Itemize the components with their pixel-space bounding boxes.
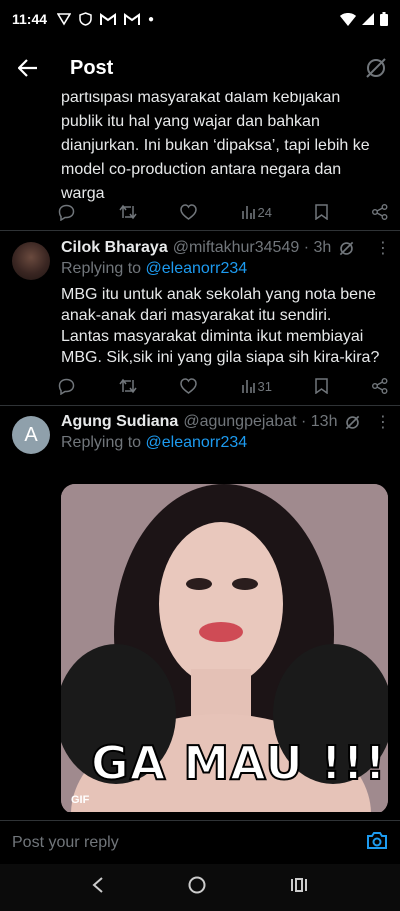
bookmark-button[interactable]	[315, 378, 329, 394]
nav-back-button[interactable]	[92, 877, 104, 898]
nav-recents-button[interactable]	[290, 877, 308, 898]
author-name[interactable]: Agung Sudiana	[61, 413, 178, 431]
recents-icon	[291, 878, 307, 892]
tweet-header: Cilok Bharaya @miftakhur34549 · 3h ⋮	[61, 238, 391, 258]
reply-input[interactable]: Post your reply	[12, 834, 119, 852]
heart-icon	[180, 378, 197, 394]
app-bar: Post	[0, 44, 400, 92]
bookmark-button[interactable]	[315, 204, 329, 220]
replying-to: Replying to @eleanorr234	[61, 434, 247, 452]
author-handle: @agungpejabat · 13h	[183, 413, 338, 430]
like-button[interactable]	[180, 378, 197, 394]
tweet-actions: 24	[58, 200, 388, 224]
wifi-icon	[340, 12, 356, 26]
reply-button[interactable]	[58, 378, 75, 395]
system-nav-bar	[0, 864, 400, 911]
reply-composer[interactable]: Post your reply	[0, 820, 400, 864]
replying-to-label: Replying to	[61, 260, 146, 277]
replying-to: Replying to @eleanorr234	[61, 260, 247, 278]
bookmark-icon	[315, 204, 329, 220]
replying-to-label: Replying to	[61, 434, 146, 451]
share-button[interactable]	[371, 204, 388, 220]
vpn-icon	[57, 13, 72, 26]
tweet-header: Agung Sudiana @agungpejabat · 13h ⋮	[61, 412, 391, 432]
views-count: 31	[257, 378, 272, 394]
nav-home-button[interactable]	[188, 876, 206, 899]
home-circle-icon	[188, 876, 206, 894]
notification-icons: ●	[57, 12, 154, 26]
grok-icon[interactable]	[339, 241, 354, 256]
gmail-icon	[100, 12, 117, 25]
post-thread[interactable]: partisipasi masyarakat dalam kebijakan p…	[0, 92, 400, 812]
views-chart-icon	[241, 380, 255, 393]
camera-icon	[367, 831, 387, 849]
battery-icon	[380, 12, 388, 26]
author-handle: @miftakhur34549 · 3h	[172, 239, 332, 256]
gif-badge: GIF	[71, 794, 90, 806]
author-name[interactable]: Cilok Bharaya	[61, 239, 168, 257]
tweet-actions: 31	[58, 374, 388, 398]
share-icon	[371, 378, 388, 394]
camera-button[interactable]	[366, 831, 388, 855]
repost-icon	[118, 378, 137, 394]
tweet-text: MBG itu untuk anak sekolah yang nota ben…	[61, 286, 380, 366]
gmail-icon-2	[124, 12, 141, 25]
grok-button[interactable]	[352, 44, 400, 92]
avatar[interactable]: A	[12, 416, 50, 454]
views-count: 24	[257, 204, 272, 220]
share-icon	[371, 204, 388, 220]
repost-button[interactable]	[118, 204, 137, 220]
reply-button[interactable]	[58, 204, 75, 221]
like-button[interactable]	[180, 204, 197, 220]
grok-icon[interactable]	[345, 415, 360, 430]
signal-icon	[362, 13, 374, 25]
page-title: Post	[70, 56, 114, 79]
heart-icon	[180, 204, 197, 220]
more-options-icon[interactable]: ⋮	[375, 412, 391, 432]
grok-icon	[366, 58, 386, 78]
tweet-text: partisipasi masyarakat dalam kebijakan p…	[61, 92, 370, 202]
repost-button[interactable]	[118, 378, 137, 394]
status-time: 11:44	[12, 11, 48, 27]
more-options-icon[interactable]: ⋮	[375, 238, 391, 258]
bookmark-icon	[315, 378, 329, 394]
views-button[interactable]: 24	[241, 205, 272, 220]
gif-caption: GA MAU !!!	[90, 735, 387, 791]
gif-media[interactable]: GA MAU !!! GIF	[61, 484, 388, 812]
views-button[interactable]: 31	[241, 379, 272, 394]
shield-icon	[79, 12, 92, 26]
mention-link[interactable]: @eleanorr234	[146, 260, 248, 277]
reply-icon	[58, 204, 75, 221]
avatar[interactable]	[12, 242, 50, 280]
more-notifications-dot-icon: ●	[148, 13, 155, 25]
mention-link[interactable]: @eleanorr234	[146, 434, 248, 451]
chevron-left-icon	[92, 877, 103, 893]
reply-icon	[58, 378, 75, 395]
share-button[interactable]	[371, 378, 388, 394]
status-bar: 11:44 ●	[0, 0, 400, 38]
repost-icon	[118, 204, 137, 220]
divider	[0, 230, 400, 231]
views-chart-icon	[241, 206, 255, 219]
divider	[0, 405, 400, 406]
arrow-left-icon	[18, 59, 37, 77]
back-button[interactable]	[0, 44, 56, 92]
